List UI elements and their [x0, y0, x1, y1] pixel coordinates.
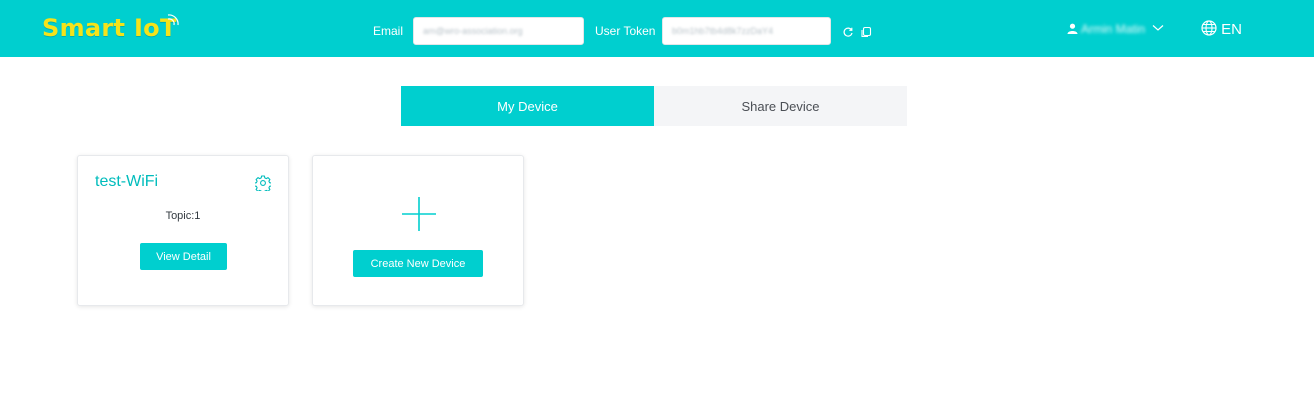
device-topic: Topic:1 — [165, 210, 201, 222]
language-label: EN — [1221, 21, 1243, 38]
create-device-card: Create New Device — [312, 155, 524, 306]
top-bar: Smart IoT Email am@wro-association.org U… — [0, 0, 1314, 57]
app-logo[interactable]: Smart IoT — [42, 14, 177, 42]
chevron-down-icon — [1152, 25, 1164, 31]
user-icon — [1067, 23, 1078, 34]
user-name: Armin Matin — [1081, 22, 1146, 36]
email-label: Email — [373, 24, 404, 38]
plus-icon[interactable] — [401, 196, 437, 232]
user-token-field[interactable]: b0m1hb7tb4d8k7zzDaY4 — [662, 17, 831, 45]
device-tabs: My Device Share Device — [401, 86, 907, 126]
tab-my-device[interactable]: My Device — [401, 86, 654, 126]
view-detail-button[interactable]: View Detail — [140, 243, 227, 270]
device-card: test-WiFi Topic:1 View Detail — [77, 155, 289, 306]
user-menu[interactable]: Armin Matin — [1067, 22, 1164, 36]
user-token-label: User Token — [595, 24, 656, 38]
language-selector[interactable]: EN — [1201, 20, 1242, 38]
email-field[interactable]: am@wro-association.org — [413, 17, 584, 45]
tab-share-device[interactable]: Share Device — [654, 86, 907, 126]
gear-icon[interactable] — [255, 175, 271, 191]
copy-icon[interactable] — [860, 26, 872, 38]
globe-icon — [1201, 20, 1217, 36]
refresh-icon[interactable] — [842, 26, 854, 38]
wifi-signal-icon — [167, 14, 179, 26]
create-new-device-button[interactable]: Create New Device — [353, 250, 483, 277]
device-name[interactable]: test-WiFi — [95, 173, 158, 191]
